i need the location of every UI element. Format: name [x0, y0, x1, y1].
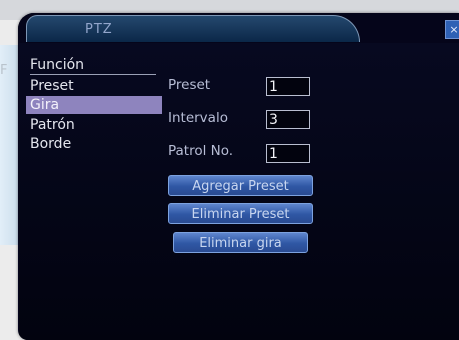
menu-item-gira[interactable]: Gira	[26, 96, 162, 114]
intervalo-label: Intervalo	[168, 110, 228, 126]
title-bar: PTZ ×	[18, 13, 459, 43]
intervalo-input[interactable]	[266, 110, 310, 129]
close-button[interactable]: ×	[445, 20, 459, 39]
preset-input[interactable]	[266, 77, 310, 96]
delete-tour-button[interactable]: Eliminar gira	[173, 232, 308, 253]
menu-item-patron[interactable]: Patrón	[26, 116, 162, 134]
ptz-dialog: PTZ × Función Preset Gira Patrón Borde P…	[18, 13, 459, 340]
menu-header-funcion: Función	[30, 57, 156, 75]
add-preset-button[interactable]: Agregar Preset	[168, 175, 313, 196]
preset-label: Preset	[168, 77, 211, 93]
menu-item-preset[interactable]: Preset	[26, 77, 162, 95]
background-text: F	[0, 63, 8, 78]
dialog-title: PTZ	[85, 22, 113, 37]
patrol-no-label: Patrol No.	[168, 143, 234, 159]
delete-preset-button[interactable]: Eliminar Preset	[168, 203, 313, 224]
title-tab: PTZ	[26, 15, 360, 42]
menu-item-borde[interactable]: Borde	[26, 135, 162, 153]
patrol-no-input[interactable]	[266, 144, 310, 163]
close-icon: ×	[449, 23, 459, 36]
